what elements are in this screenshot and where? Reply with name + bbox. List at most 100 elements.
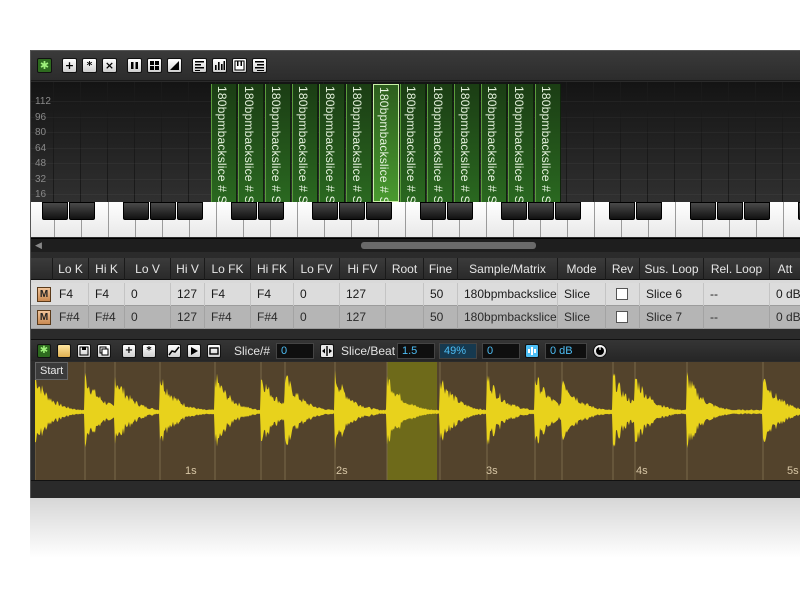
col-hi-fk[interactable]: Hi FK (251, 258, 294, 280)
keyboard-icon[interactable] (232, 58, 247, 73)
list-icon[interactable] (252, 58, 267, 73)
col-rel-loop[interactable]: Rel. Loop (704, 258, 770, 280)
keymap-zone[interactable]: 180bpmbackslice # Slice (508, 84, 534, 223)
save-icon[interactable] (77, 344, 91, 358)
cell-att[interactable]: 0 dB (770, 283, 800, 306)
black-key[interactable] (258, 202, 284, 220)
grid-icon[interactable] (147, 58, 162, 73)
add-slice-button[interactable]: + (122, 344, 136, 358)
loop-icon[interactable] (207, 344, 221, 358)
cell-mode[interactable]: Slice (558, 306, 606, 329)
align-left-icon[interactable] (192, 58, 207, 73)
col-sus-loop[interactable]: Sus. Loop (640, 258, 704, 280)
cell-hi-fk[interactable]: F#4 (251, 306, 294, 329)
cell-lo-fk[interactable]: F#4 (205, 306, 251, 329)
gear-icon[interactable]: ✱ (37, 344, 51, 358)
col-lo-fk[interactable]: Lo FK (205, 258, 251, 280)
threshold-percent-field[interactable]: 49% (439, 343, 477, 359)
curve-icon[interactable] (167, 344, 181, 358)
pause-icon[interactable] (127, 58, 142, 73)
cell-sus-loop[interactable]: Slice 7 (640, 306, 704, 329)
black-key[interactable] (744, 202, 770, 220)
cell-lo-v[interactable]: 0 (125, 283, 171, 306)
black-key[interactable] (42, 202, 68, 220)
cell-hi-v[interactable]: 127 (171, 283, 205, 306)
black-key[interactable] (231, 202, 257, 220)
cell-lo-fv[interactable]: 0 (294, 306, 340, 329)
cell-root[interactable] (386, 306, 424, 329)
black-key[interactable] (555, 202, 581, 220)
cell-hi-v[interactable]: 127 (171, 306, 205, 329)
gain-icon[interactable] (525, 344, 539, 358)
black-key[interactable] (123, 202, 149, 220)
cell-rel-loop[interactable]: -- (704, 306, 770, 329)
cell-root[interactable] (386, 283, 424, 306)
cell-hi-k[interactable]: F4 (89, 283, 125, 306)
col-hi-v[interactable]: Hi V (171, 258, 205, 280)
split-icon[interactable] (320, 344, 334, 358)
cell-att[interactable]: 0 dB (770, 306, 800, 329)
cell-lo-fv[interactable]: 0 (294, 283, 340, 306)
table-row[interactable]: M F#4 F#4 0 127 F#4 F#4 0 127 50 180bpmb… (31, 306, 800, 329)
knob-icon[interactable] (593, 344, 607, 358)
col-mode[interactable]: Mode (558, 258, 606, 280)
reverse-checkbox[interactable] (616, 288, 628, 300)
cell-mode[interactable]: Slice (558, 283, 606, 306)
keymap-zone[interactable]: 180bpmbackslice # Slice (346, 84, 372, 223)
cell-lo-k[interactable]: F#4 (53, 306, 89, 329)
black-key[interactable] (69, 202, 95, 220)
gain-field[interactable]: 0 dB (545, 343, 587, 359)
keymap-zone[interactable]: 180bpmbackslice # Slice (535, 84, 561, 223)
scrollbar-thumb[interactable] (361, 242, 536, 249)
cell-lo-v[interactable]: 0 (125, 306, 171, 329)
keymap-zone[interactable]: 180bpmbackslice # Slice (211, 84, 237, 223)
col-root[interactable]: Root (386, 258, 424, 280)
black-key[interactable] (366, 202, 392, 220)
offset-field[interactable]: 0 (482, 343, 520, 359)
cell-sus-loop[interactable]: Slice 6 (640, 283, 704, 306)
cell-sample[interactable]: 180bpmbackslice (458, 306, 558, 329)
cell-rel-loop[interactable]: -- (704, 283, 770, 306)
star-button[interactable]: * (142, 344, 156, 358)
copy-icon[interactable] (97, 344, 111, 358)
black-key[interactable] (717, 202, 743, 220)
ramp-icon[interactable] (167, 58, 182, 73)
keymap-zone[interactable]: 180bpmbackslice # Slice (454, 84, 480, 223)
cell-fine[interactable]: 50 (424, 283, 458, 306)
black-key[interactable] (501, 202, 527, 220)
slice-beat-field[interactable]: 1.5 (397, 343, 435, 359)
waveform-scrollbar[interactable] (31, 480, 800, 498)
play-icon[interactable] (187, 344, 201, 358)
piano-keyboard[interactable] (31, 202, 800, 237)
black-key[interactable] (420, 202, 446, 220)
col-lo-v[interactable]: Lo V (125, 258, 171, 280)
keymap-zone-area[interactable]: 112 96 80 64 48 32 16 180bpmbackslice # … (31, 82, 800, 224)
keymap-zone[interactable]: 180bpmbackslice # Slice (400, 84, 426, 223)
keymap-zone[interactable]: 180bpmbackslice # Slice (481, 84, 507, 223)
gear-icon[interactable]: ✱ (37, 58, 52, 73)
black-key[interactable] (150, 202, 176, 220)
keymap-zone[interactable]: 180bpmbackslice # Slice (319, 84, 345, 223)
cell-hi-fv[interactable]: 127 (340, 306, 386, 329)
cell-sample[interactable]: 180bpmbackslice (458, 283, 558, 306)
reverse-checkbox[interactable] (616, 311, 628, 323)
keymap-zone[interactable]: 180bpmbackslice # Slice (292, 84, 318, 223)
keymap-horizontal-scrollbar[interactable]: ◀ (31, 238, 800, 252)
col-hi-fv[interactable]: Hi FV (340, 258, 386, 280)
col-hi-k[interactable]: Hi K (89, 258, 125, 280)
start-marker[interactable]: Start (35, 362, 69, 380)
keymap-zone[interactable]: 180bpmbackslice # Slice (427, 84, 453, 223)
black-key[interactable] (528, 202, 554, 220)
col-lo-fv[interactable]: Lo FV (294, 258, 340, 280)
black-key[interactable] (447, 202, 473, 220)
black-key[interactable] (636, 202, 662, 220)
keymap-zone[interactable]: 180bpmbackslice # Slice (238, 84, 264, 223)
add-zone-button[interactable]: + (62, 58, 77, 73)
scroll-left-arrow-icon[interactable]: ◀ (35, 240, 42, 251)
black-key[interactable] (177, 202, 203, 220)
black-key[interactable] (312, 202, 338, 220)
waveform-display[interactable]: Start 1s 2s 3s 4s 5s (35, 362, 800, 480)
cell-lo-k[interactable]: F4 (53, 283, 89, 306)
bars-icon[interactable] (212, 58, 227, 73)
table-row[interactable]: M F4 F4 0 127 F4 F4 0 127 50 180bpmbacks… (31, 283, 800, 306)
